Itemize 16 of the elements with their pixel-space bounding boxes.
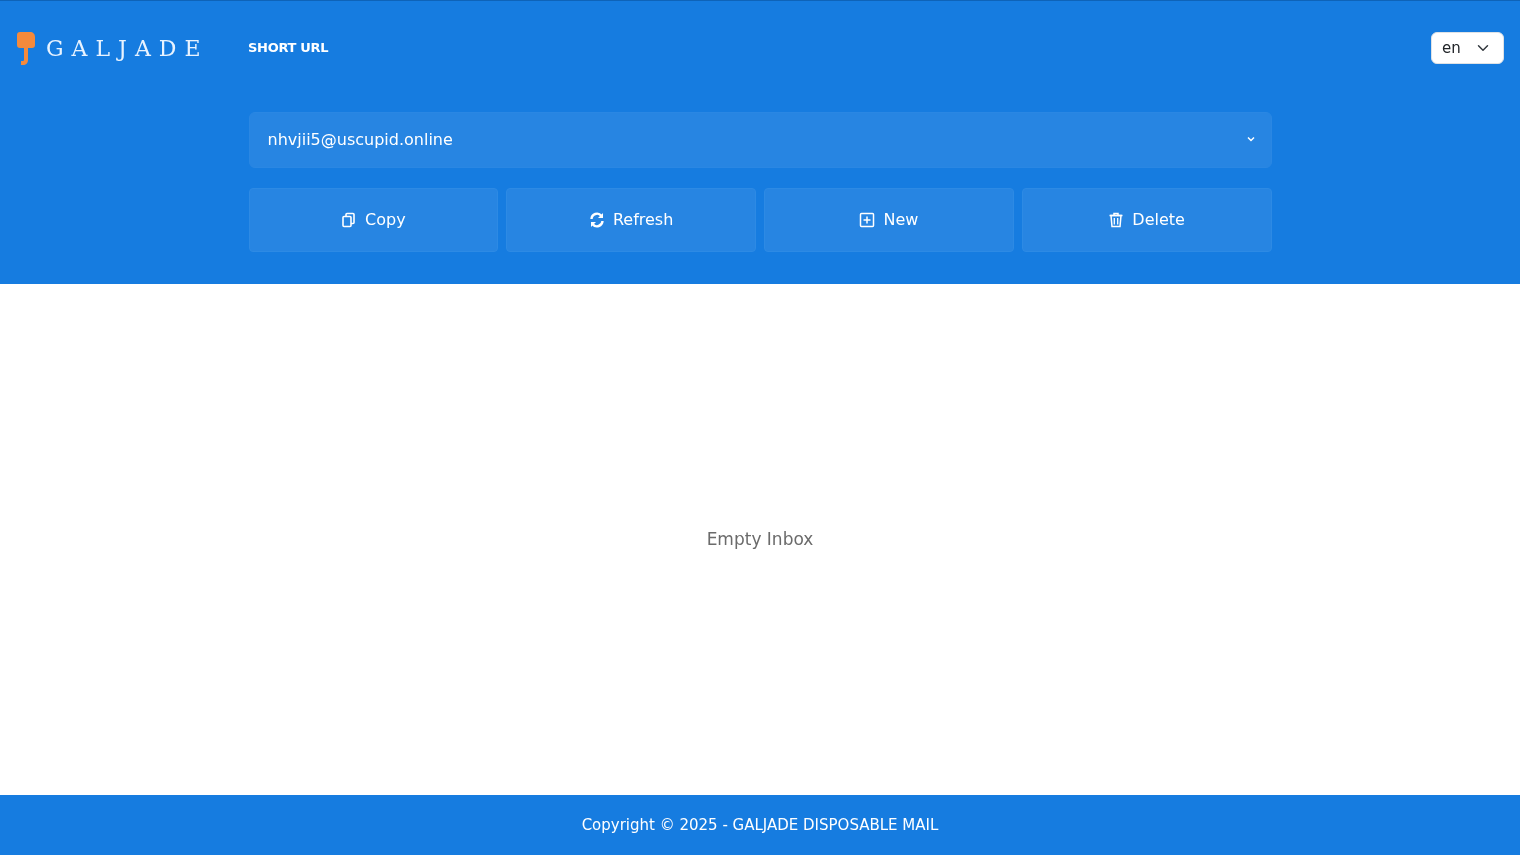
action-button[interactable]: Delete	[1021, 188, 1272, 252]
action-button[interactable]: New	[764, 188, 1014, 252]
copyright-text: Copyright © 2025 - GALJADE DISPOSABLE MAIL	[581, 814, 939, 836]
nav-link[interactable]: SHORT URL	[248, 38, 329, 58]
language-select[interactable]: en	[1431, 32, 1504, 64]
logo-icon	[16, 30, 38, 66]
trash-icon	[1108, 212, 1125, 228]
refresh-icon	[588, 212, 605, 228]
brand-name: GALJADE	[46, 34, 209, 63]
chevron-down-icon	[1245, 134, 1256, 144]
email-select[interactable]: nhvjii5@uscupid.online	[248, 112, 1272, 168]
plus-square-icon	[859, 212, 876, 228]
empty-inbox-message: Empty Inbox	[706, 527, 814, 551]
copy-icon	[341, 212, 358, 228]
action-button[interactable]: Copy	[248, 188, 499, 252]
action-button[interactable]: Refresh	[506, 188, 756, 252]
